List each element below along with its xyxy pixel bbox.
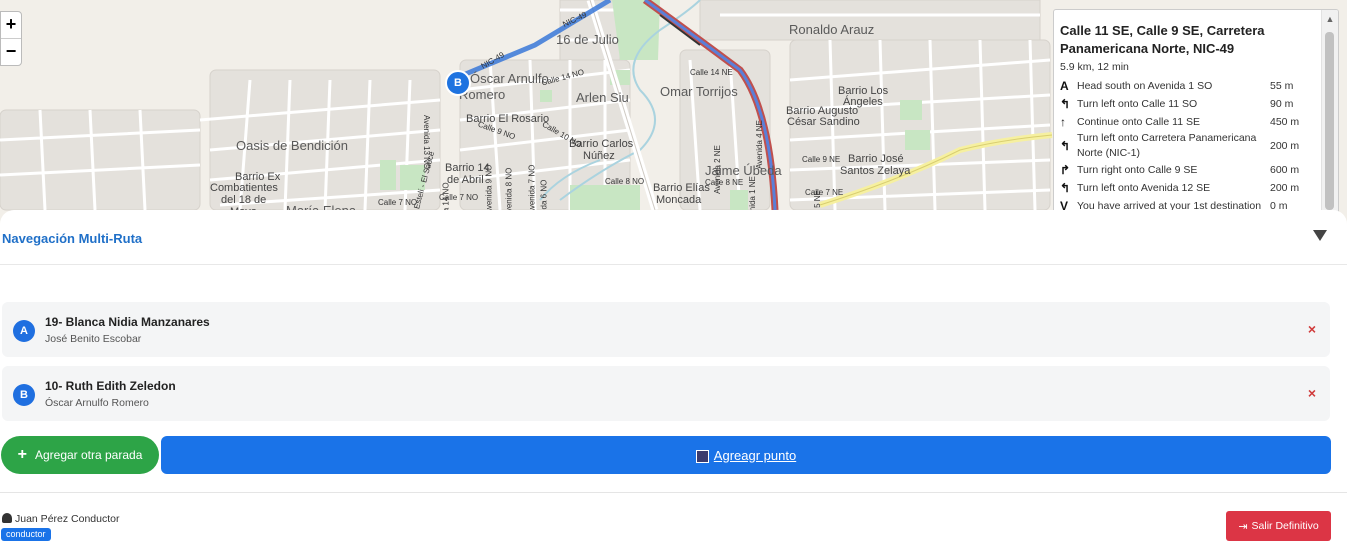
direction-distance: 450 m bbox=[1270, 116, 1300, 128]
sign-out-icon: ⇥ bbox=[1238, 520, 1248, 533]
sheet-title: Navegación Multi-Ruta bbox=[2, 231, 143, 246]
direction-text: Continue onto Calle 11 SE bbox=[1077, 115, 1200, 128]
role-badge: conductor bbox=[1, 528, 51, 541]
zoom-control: + − bbox=[0, 11, 22, 66]
scroll-up-icon[interactable]: ▲ bbox=[1322, 10, 1338, 26]
direction-step[interactable]: ↰ Turn left onto Carretera Panamericana N… bbox=[1060, 131, 1318, 161]
direction-text: Turn left onto Carretera Panamericana No… bbox=[1077, 132, 1257, 159]
user-info: Juan Pérez Conductor bbox=[2, 513, 119, 525]
sheet-header[interactable]: Navegación Multi-Ruta bbox=[0, 210, 1347, 265]
directions-scrollbar[interactable]: ▲ bbox=[1321, 10, 1338, 213]
exit-button[interactable]: ⇥ Salir Definitivo bbox=[1226, 511, 1331, 541]
direction-distance: 600 m bbox=[1270, 164, 1300, 176]
map-view[interactable]: NIC-49 NIC-49 16 de Julio Ronaldo Arauz … bbox=[0, 0, 1347, 235]
bottom-sheet: Navegación Multi-Ruta A 19- Blanca Nidia… bbox=[0, 210, 1347, 557]
zoom-in-button[interactable]: + bbox=[1, 12, 21, 38]
add-stop-label: Agregar otra parada bbox=[34, 448, 143, 462]
zoom-out-button[interactable]: − bbox=[1, 38, 21, 65]
direction-text: Turn right onto Calle 9 SE bbox=[1077, 163, 1198, 176]
user-name: Juan Pérez Conductor bbox=[15, 513, 120, 525]
divider bbox=[0, 492, 1347, 493]
exit-label: Salir Definitivo bbox=[1251, 520, 1319, 532]
scrollbar-thumb[interactable] bbox=[1325, 32, 1334, 210]
direction-distance: 90 m bbox=[1270, 98, 1294, 110]
stop-name: 19- Blanca Nidia Manzanares bbox=[45, 315, 210, 329]
direction-distance: 55 m bbox=[1270, 80, 1294, 92]
direction-text: Turn left onto Avenida 12 SE bbox=[1077, 181, 1211, 194]
direction-text: Turn left onto Calle 11 SO bbox=[1077, 97, 1198, 110]
stop-item-a[interactable]: A 19- Blanca Nidia Manzanares José Benit… bbox=[2, 302, 1330, 357]
user-icon bbox=[2, 513, 12, 523]
direction-icon: ↰ bbox=[1060, 97, 1071, 111]
stop-item-b[interactable]: B 10- Ruth Edith Zeledon Óscar Arnulfo R… bbox=[2, 366, 1330, 421]
plus-icon: + bbox=[17, 446, 27, 463]
direction-step[interactable]: ↰ Turn left onto Avenida 12 SE 200 m bbox=[1060, 179, 1318, 197]
stop-badge-a: A bbox=[13, 320, 35, 342]
direction-icon: ↰ bbox=[1060, 181, 1071, 195]
direction-step[interactable]: A Head south on Avenida 1 SO 55 m bbox=[1060, 77, 1318, 95]
route-marker-b[interactable]: B bbox=[445, 70, 471, 96]
stop-subtitle: Óscar Arnulfo Romero bbox=[45, 397, 149, 409]
direction-icon: ↑ bbox=[1060, 115, 1066, 129]
direction-step[interactable]: ↰ Turn left onto Calle 11 SO 90 m bbox=[1060, 95, 1318, 113]
direction-distance: 200 m bbox=[1270, 182, 1300, 194]
directions-panel[interactable]: Calle 11 SE, Calle 9 SE, Carretera Panam… bbox=[1053, 9, 1339, 214]
save-point-label: Agreagr punto bbox=[713, 447, 797, 463]
directions-title: Calle 11 SE, Calle 9 SE, Carretera Panam… bbox=[1060, 23, 1265, 56]
stop-subtitle: José Benito Escobar bbox=[45, 333, 142, 345]
direction-step[interactable]: ↱ Turn right onto Calle 9 SE 600 m bbox=[1060, 161, 1318, 179]
collapse-toggle-icon[interactable] bbox=[1313, 230, 1327, 241]
save-point-button[interactable]: Agreagr punto bbox=[161, 436, 1331, 474]
floppy-disk-icon bbox=[695, 449, 709, 463]
remove-stop-icon[interactable]: × bbox=[1308, 385, 1316, 401]
direction-text: Head south on Avenida 1 SO bbox=[1077, 79, 1213, 92]
direction-step[interactable]: ↑ Continue onto Calle 11 SE 450 m bbox=[1060, 113, 1318, 131]
stop-badge-b: B bbox=[13, 384, 35, 406]
direction-icon: A bbox=[1060, 79, 1069, 93]
remove-stop-icon[interactable]: × bbox=[1308, 321, 1316, 337]
stop-name: 10- Ruth Edith Zeledon bbox=[45, 379, 176, 393]
directions-steps: A Head south on Avenida 1 SO 55 m ↰ Turn lef… bbox=[1060, 77, 1318, 213]
direction-distance: 200 m bbox=[1270, 140, 1300, 152]
direction-icon: ↱ bbox=[1060, 163, 1071, 177]
direction-icon: ↰ bbox=[1060, 139, 1071, 153]
add-stop-button[interactable]: + Agregar otra parada bbox=[1, 436, 159, 474]
directions-summary: 5.9 km, 12 min bbox=[1060, 61, 1129, 73]
